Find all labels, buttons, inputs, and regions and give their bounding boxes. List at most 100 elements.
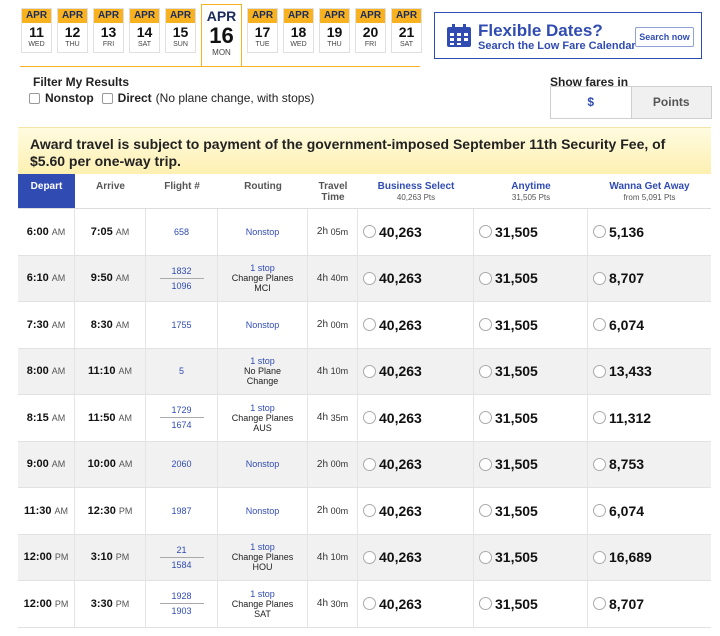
direct-checkbox[interactable] <box>101 92 113 104</box>
flight-number-link[interactable]: 21 <box>176 545 186 555</box>
stops-link[interactable]: 1 stop <box>250 542 275 552</box>
flight-number-link[interactable]: 1674 <box>159 417 204 430</box>
fare-radio[interactable] <box>593 225 606 239</box>
business-select-fare[interactable]: 40,263 <box>358 302 474 348</box>
wanna-get-away-fare[interactable]: 16,689 <box>588 535 711 581</box>
fare-radio[interactable] <box>363 318 376 332</box>
date-tab[interactable]: APR 18 WED <box>283 8 314 53</box>
nonstop-link[interactable]: Nonstop <box>246 227 280 237</box>
anytime-fare[interactable]: 31,505 <box>474 441 588 487</box>
flight-number-link[interactable]: 1903 <box>159 603 204 616</box>
anytime-fare[interactable]: 31,505 <box>474 488 588 534</box>
flight-number-link[interactable]: 1729 <box>171 405 191 415</box>
flight-number-link[interactable]: 1755 <box>171 320 191 330</box>
points-toggle-button[interactable]: Points <box>631 87 711 118</box>
anytime-fare[interactable]: 31,505 <box>474 395 588 441</box>
anytime-fare[interactable]: 31,505 <box>474 302 588 348</box>
date-tab[interactable]: APR 11 WED <box>21 8 52 53</box>
fare-radio[interactable] <box>593 271 606 285</box>
nonstop-link[interactable]: Nonstop <box>246 506 280 516</box>
business-select-fare[interactable]: 40,263 <box>358 209 474 255</box>
flight-number-link[interactable]: 1584 <box>159 556 204 570</box>
col-anytime[interactable]: Anytime 31,505 Pts <box>474 174 588 208</box>
business-select-fare[interactable]: 40,263 <box>358 534 474 580</box>
fare-radio[interactable] <box>593 411 606 425</box>
business-select-fare[interactable]: 40,263 <box>358 488 474 534</box>
business-select-fare[interactable]: 40,263 <box>358 255 474 301</box>
fare-radio[interactable] <box>479 364 492 378</box>
col-business-select[interactable]: Business Select 40,263 Pts <box>358 174 474 208</box>
anytime-fare[interactable]: 31,505 <box>474 255 588 301</box>
fare-radio[interactable] <box>479 550 492 564</box>
anytime-fare[interactable]: 31,505 <box>474 534 588 580</box>
fare-radio[interactable] <box>363 364 376 378</box>
anytime-fare[interactable]: 31,505 <box>474 581 588 627</box>
fare-radio[interactable] <box>479 271 492 285</box>
stops-link[interactable]: 1 stop <box>250 263 275 273</box>
stops-link[interactable]: 1 stop <box>250 403 275 413</box>
wanna-get-away-fare[interactable]: 11,312 <box>588 395 711 441</box>
col-arrive[interactable]: Arrive <box>75 174 146 208</box>
date-tab[interactable]: APR 13 FRI <box>93 8 124 53</box>
fare-radio[interactable] <box>479 411 492 425</box>
date-tab[interactable]: APR 12 THU <box>57 8 88 53</box>
date-tab[interactable]: APR 14 SAT <box>129 8 160 53</box>
nonstop-link[interactable]: Nonstop <box>246 320 280 330</box>
flight-number-link[interactable]: 1987 <box>171 506 191 516</box>
fare-radio[interactable] <box>593 318 606 332</box>
wanna-get-away-fare[interactable]: 13,433 <box>588 349 711 395</box>
date-tab[interactable]: APR 21 SAT <box>391 8 422 53</box>
fare-radio[interactable] <box>479 225 492 239</box>
wanna-get-away-fare[interactable]: 5,136 <box>588 209 711 255</box>
nonstop-label[interactable]: Nonstop <box>45 91 94 105</box>
search-now-button[interactable]: Search now <box>635 27 694 47</box>
business-select-fare[interactable]: 40,263 <box>358 441 474 487</box>
stops-link[interactable]: 1 stop <box>250 356 275 366</box>
col-travel-time[interactable]: Travel Time <box>308 174 358 208</box>
wanna-get-away-fare[interactable]: 6,074 <box>588 488 711 534</box>
direct-label[interactable]: Direct <box>118 91 152 105</box>
col-depart[interactable]: Depart <box>18 174 75 208</box>
anytime-fare[interactable]: 31,505 <box>474 209 588 255</box>
business-select-fare[interactable]: 40,263 <box>358 581 474 627</box>
date-tab[interactable]: APR 16 MON <box>201 4 242 67</box>
wanna-get-away-fare[interactable]: 8,707 <box>588 256 711 302</box>
fare-radio[interactable] <box>593 504 606 518</box>
anytime-fare[interactable]: 31,505 <box>474 348 588 394</box>
date-tab[interactable]: APR 17 TUE <box>247 8 278 53</box>
col-routing[interactable]: Routing <box>218 174 308 208</box>
date-tab[interactable]: APR 19 THU <box>319 8 350 53</box>
fare-radio[interactable] <box>479 318 492 332</box>
fare-radio[interactable] <box>363 550 376 564</box>
flexible-dates-title[interactable]: Flexible Dates? <box>478 21 603 41</box>
fare-radio[interactable] <box>363 597 376 611</box>
fare-radio[interactable] <box>363 411 376 425</box>
fare-radio[interactable] <box>593 364 606 378</box>
fare-radio[interactable] <box>363 504 376 518</box>
date-tab[interactable]: APR 20 FRI <box>355 8 386 53</box>
flight-number-link[interactable]: 1096 <box>159 277 204 291</box>
fare-radio[interactable] <box>593 457 606 471</box>
dollar-toggle-button[interactable]: $ <box>551 87 632 118</box>
flight-number-link[interactable]: 1832 <box>171 266 191 276</box>
fare-radio[interactable] <box>479 597 492 611</box>
flight-number-link[interactable]: 5 <box>179 366 184 376</box>
date-tab[interactable]: APR 15 SUN <box>165 8 196 53</box>
business-select-fare[interactable]: 40,263 <box>358 395 474 441</box>
wanna-get-away-fare[interactable]: 8,707 <box>588 581 711 627</box>
fare-radio[interactable] <box>593 550 606 564</box>
stops-link[interactable]: 1 stop <box>250 589 275 599</box>
fare-radio[interactable] <box>479 457 492 471</box>
fare-radio[interactable] <box>593 597 606 611</box>
wanna-get-away-fare[interactable]: 6,074 <box>588 302 711 348</box>
fare-radio[interactable] <box>363 271 376 285</box>
flight-number-link[interactable]: 658 <box>174 227 189 237</box>
flight-number-link[interactable]: 1928 <box>171 591 191 601</box>
wanna-get-away-fare[interactable]: 8,753 <box>588 442 711 488</box>
flight-number-link[interactable]: 2060 <box>171 459 191 469</box>
low-fare-calendar-link[interactable]: Search the Low Fare Calendar <box>478 40 636 52</box>
col-wanna-get-away[interactable]: Wanna Get Away from 5,091 Pts <box>588 174 711 208</box>
business-select-fare[interactable]: 40,263 <box>358 348 474 394</box>
fare-radio[interactable] <box>363 225 376 239</box>
nonstop-checkbox[interactable] <box>29 92 40 104</box>
